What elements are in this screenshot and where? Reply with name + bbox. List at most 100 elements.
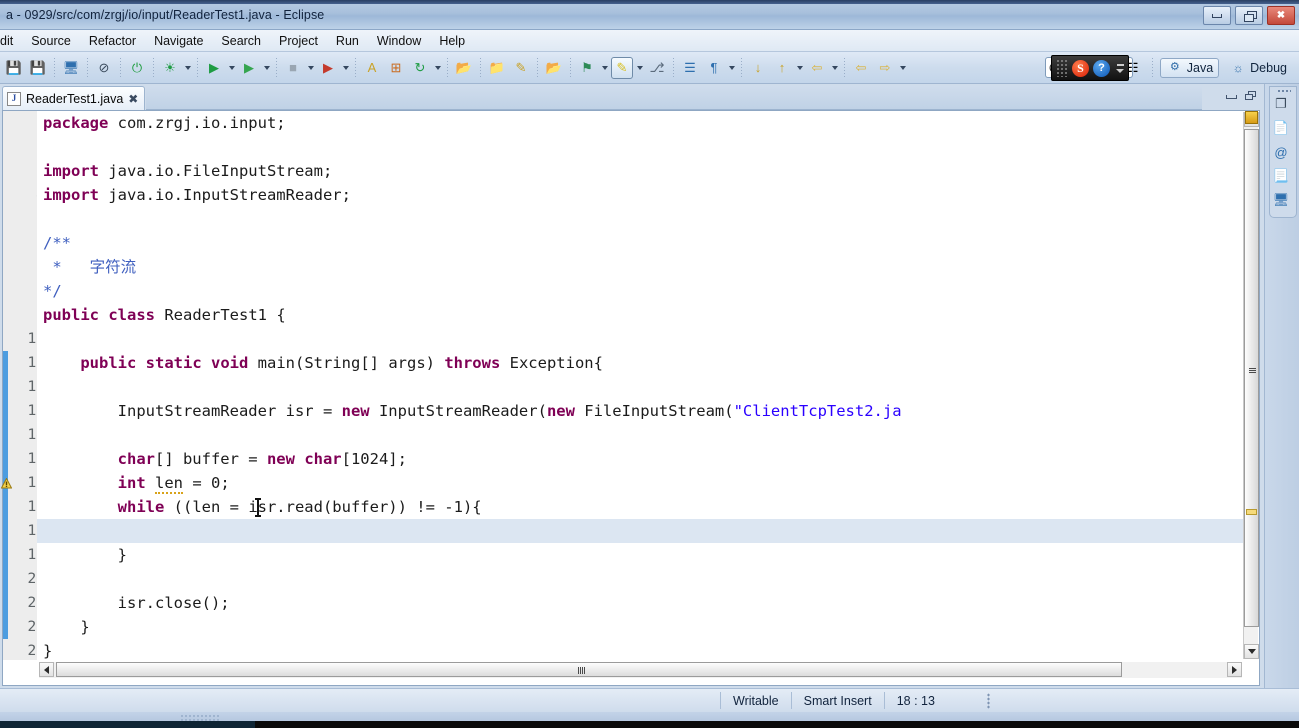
new-java-class-icon[interactable]: A xyxy=(361,57,383,79)
maximize-editor-icon[interactable] xyxy=(1245,90,1258,103)
search-type-icon[interactable]: 📂 xyxy=(543,57,565,79)
menu-item-dit[interactable]: dit xyxy=(0,32,22,50)
close-icon[interactable]: ✖ xyxy=(128,93,138,105)
open-type-icon[interactable]: 📂 xyxy=(453,57,475,79)
toggle-whitespace-icon[interactable]: ⎇ xyxy=(646,57,668,79)
restore-view-icon[interactable]: ❐ xyxy=(1271,94,1291,114)
code-line[interactable] xyxy=(37,375,1259,399)
previous-edit-location-icon[interactable]: ↑ xyxy=(771,57,793,79)
chevron-down-icon[interactable] xyxy=(794,57,805,79)
horizontal-scrollbar[interactable] xyxy=(39,662,1242,678)
scroll-right-arrow[interactable] xyxy=(1227,662,1242,677)
minimize-button[interactable] xyxy=(1203,6,1231,25)
menu-item-navigate[interactable]: Navigate xyxy=(145,32,212,50)
terminate-icon[interactable]: ■ xyxy=(282,57,304,79)
code-line[interactable]: int len = 0; xyxy=(37,471,1259,495)
menu-item-source[interactable]: Source xyxy=(22,32,80,50)
show-source-quickview-icon[interactable]: ☰ xyxy=(679,57,701,79)
menu-item-refactor[interactable]: Refactor xyxy=(80,32,145,50)
ime-help-icon[interactable]: ? xyxy=(1093,59,1110,77)
code-line[interactable] xyxy=(37,207,1259,231)
code-line[interactable]: public class ReaderTest1 { xyxy=(37,303,1259,327)
sogou-ime-toolbar[interactable]: S ? xyxy=(1051,55,1129,81)
chevron-down-icon[interactable] xyxy=(182,57,193,79)
chevron-down-icon[interactable] xyxy=(599,57,610,79)
chevron-down-icon[interactable] xyxy=(226,57,237,79)
editor-tab-readertest1[interactable]: J ReaderTest1.java ✖ xyxy=(2,86,146,110)
forward-arrow-icon[interactable]: ⇨ xyxy=(874,57,896,79)
code-line[interactable] xyxy=(37,423,1259,447)
menu-item-search[interactable]: Search xyxy=(212,32,270,50)
code-line[interactable]: InputStreamReader isr = new InputStreamR… xyxy=(37,399,1259,423)
menu-item-project[interactable]: Project xyxy=(270,32,327,50)
perspective-java[interactable]: ⚙ Java xyxy=(1159,57,1220,78)
vertical-scrollbar[interactable] xyxy=(1243,112,1259,659)
console-view-icon[interactable]: 🖥 xyxy=(1271,190,1291,210)
menu-item-window[interactable]: Window xyxy=(368,32,430,50)
problems-view-icon[interactable]: 📄 xyxy=(1271,118,1291,138)
open-perspective-icon[interactable]: ☷ xyxy=(1122,57,1144,79)
restore-button[interactable] xyxy=(1235,6,1263,25)
show-whitespace-characters-icon[interactable]: ¶ xyxy=(703,57,725,79)
chevron-down-icon[interactable] xyxy=(726,57,737,79)
status-resize-grip[interactable] xyxy=(986,692,990,709)
debug-icon[interactable]: ☀ xyxy=(159,57,181,79)
menu-item-help[interactable]: Help xyxy=(430,32,474,50)
new-java-project-icon[interactable]: ⏻ xyxy=(126,57,148,79)
code-line[interactable]: } xyxy=(37,615,1259,639)
minimize-editor-icon[interactable] xyxy=(1225,90,1238,103)
code-line[interactable]: /** xyxy=(37,231,1259,255)
horizontal-scroll-thumb[interactable] xyxy=(56,662,1122,677)
vertical-scroll-thumb[interactable] xyxy=(1244,129,1259,627)
code-text-area[interactable]: package com.zrgj.io.input; import java.i… xyxy=(37,111,1259,660)
code-line[interactable]: while ((len = isr.read(buffer)) != -1){ xyxy=(37,495,1259,519)
code-line[interactable]: public static void main(String[] args) t… xyxy=(37,351,1259,375)
code-editor[interactable]: 1234567891011121314151617181920212223 pa… xyxy=(0,110,1260,686)
open-task-icon[interactable]: 📁 xyxy=(486,57,508,79)
run-last-tool-icon[interactable]: ▶ xyxy=(317,57,339,79)
ime-drag-handle[interactable] xyxy=(1056,59,1068,77)
code-line[interactable]: import java.io.FileInputStream; xyxy=(37,159,1259,183)
overview-warning-marker[interactable] xyxy=(1245,111,1258,124)
next-edit-location-icon[interactable]: ↓ xyxy=(747,57,769,79)
code-line[interactable]: isr.close(); xyxy=(37,591,1259,615)
declaration-view-icon[interactable]: 📃 xyxy=(1271,166,1291,186)
code-line[interactable]: package com.zrgj.io.input; xyxy=(37,111,1259,135)
code-line[interactable]: } xyxy=(37,639,1259,660)
overview-line-marker[interactable] xyxy=(1246,509,1257,515)
save-icon[interactable]: 💾 xyxy=(3,57,25,79)
code-line[interactable]: * 字符流 xyxy=(37,255,1259,279)
sogou-logo-icon[interactable]: S xyxy=(1072,59,1089,77)
chevron-down-icon[interactable] xyxy=(305,57,316,79)
chevron-down-icon[interactable] xyxy=(432,57,443,79)
code-line[interactable]: char[] buffer = new char[1024]; xyxy=(37,447,1259,471)
code-line[interactable] xyxy=(37,567,1259,591)
perspective-debug[interactable]: ☼ Debug xyxy=(1223,58,1293,78)
code-line[interactable]: } xyxy=(37,543,1259,567)
menu-item-run[interactable]: Run xyxy=(327,32,368,50)
print-icon[interactable]: 🖥 xyxy=(60,57,82,79)
warning-icon[interactable] xyxy=(0,477,13,489)
close-button[interactable]: ✖ xyxy=(1267,6,1295,25)
new-java-package-icon[interactable]: ⊞ xyxy=(385,57,407,79)
javadoc-view-icon[interactable]: @ xyxy=(1271,142,1291,162)
chevron-down-icon[interactable] xyxy=(634,57,645,79)
code-line[interactable]: import java.io.InputStreamReader; xyxy=(37,183,1259,207)
chevron-down-icon[interactable] xyxy=(261,57,272,79)
refresh-icon[interactable]: ↻ xyxy=(409,57,431,79)
chevron-down-icon[interactable] xyxy=(829,57,840,79)
back-arrow-icon[interactable]: ⇦ xyxy=(850,57,872,79)
scroll-down-arrow[interactable] xyxy=(1244,644,1259,659)
toggle-mark-occurrences-icon[interactable]: ⊘ xyxy=(93,57,115,79)
pencil-icon[interactable]: ✎ xyxy=(510,57,532,79)
run-icon[interactable]: ▶ xyxy=(203,57,225,79)
code-line[interactable] xyxy=(37,519,1259,543)
code-line[interactable]: */ xyxy=(37,279,1259,303)
save-all-icon[interactable]: 💾 xyxy=(27,57,49,79)
run-external-tools-icon[interactable]: ▶ xyxy=(238,57,260,79)
toggle-block-selection-icon[interactable]: ✎ xyxy=(611,56,633,79)
scroll-left-arrow[interactable] xyxy=(39,662,54,677)
code-line[interactable] xyxy=(37,327,1259,351)
back-history-icon[interactable]: ⇦ xyxy=(806,57,828,79)
chevron-down-icon[interactable] xyxy=(340,57,351,79)
